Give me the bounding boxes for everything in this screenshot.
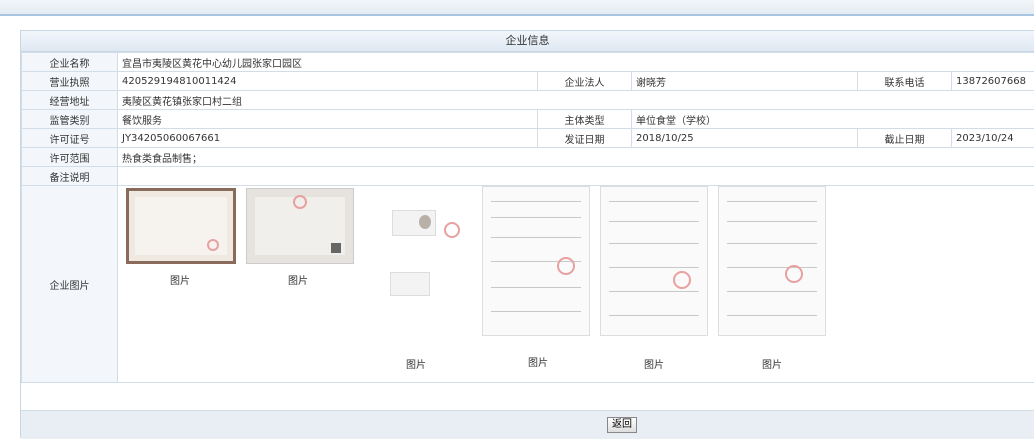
- scope-label: 许可范围: [22, 148, 118, 167]
- scope-value: 热食类食品制售；: [118, 148, 1034, 167]
- phone-label: 联系电话: [858, 72, 952, 91]
- photo-thumb-3a[interactable]: [392, 210, 436, 236]
- row-name: 企业名称 宜昌市夷陵区黄花中心幼儿园张家口园区: [22, 53, 1034, 72]
- issue-label: 发证日期: [538, 129, 632, 148]
- photo-caption-4: 图片: [528, 354, 548, 369]
- license-label: 营业执照: [22, 72, 118, 91]
- supervision-label: 监管类别: [22, 110, 118, 129]
- photo-caption-5: 图片: [644, 356, 664, 371]
- photo-thumb-6[interactable]: [718, 186, 826, 336]
- remark-label: 备注说明: [22, 167, 118, 186]
- photos-cell: 图片 图片 图片: [118, 186, 1034, 383]
- footer-bar: 返回: [21, 410, 1034, 439]
- photo-caption-3: 图片: [406, 356, 426, 371]
- rep-label: 企业法人: [538, 72, 632, 91]
- panel-title: 企业信息: [21, 30, 1034, 52]
- supervision-value: 餐饮服务: [118, 110, 538, 129]
- photo-thumb-3b[interactable]: [390, 272, 430, 296]
- name-label: 企业名称: [22, 53, 118, 72]
- row-permit: 许可证号 JY34205060067661 发证日期 2018/10/25 截止…: [22, 129, 1034, 148]
- expire-label: 截止日期: [858, 129, 952, 148]
- photo-caption-1: 图片: [170, 272, 190, 287]
- row-address: 经营地址 夷陵区黄花镇张家口村二组: [22, 91, 1034, 110]
- remark-value: [118, 167, 1034, 186]
- top-bar: [0, 0, 1034, 16]
- photos-label: 企业图片: [22, 186, 118, 383]
- photo-thumb-2[interactable]: [246, 188, 354, 264]
- row-license: 营业执照 420529194810011424 企业法人 谢晓芳 联系电话 13…: [22, 72, 1034, 91]
- back-button[interactable]: 返回: [607, 417, 637, 433]
- permit-label: 许可证号: [22, 129, 118, 148]
- photo-caption-6: 图片: [762, 356, 782, 371]
- rep-value: 谢晓芳: [632, 72, 858, 91]
- address-value: 夷陵区黄花镇张家口村二组: [118, 91, 1034, 110]
- phone-value: 13872607668: [952, 72, 1034, 91]
- address-label: 经营地址: [22, 91, 118, 110]
- expire-value: 2023/10/24: [952, 129, 1034, 148]
- photo-thumb-1[interactable]: [126, 188, 236, 264]
- photo-caption-2: 图片: [288, 272, 308, 287]
- issue-value: 2018/10/25: [632, 129, 858, 148]
- license-value: 420529194810011424: [118, 72, 538, 91]
- photo-thumb-4[interactable]: [482, 186, 590, 336]
- photo-thumb-5[interactable]: [600, 186, 708, 336]
- row-scope: 许可范围 热食类食品制售；: [22, 148, 1034, 167]
- name-value: 宜昌市夷陵区黄花中心幼儿园张家口园区: [118, 53, 1034, 72]
- permit-value: JY34205060067661: [118, 129, 538, 148]
- subject-value: 单位食堂（学校）: [632, 110, 1034, 129]
- row-remark: 备注说明: [22, 167, 1034, 186]
- enterprise-info-panel: 企业信息 企业名称 宜昌市夷陵区黄花中心幼儿园张家口园区 营业执照 420529…: [20, 30, 1034, 438]
- row-supervision: 监管类别 餐饮服务 主体类型 单位食堂（学校）: [22, 110, 1034, 129]
- row-photos: 企业图片 图片 图片: [22, 186, 1034, 383]
- subject-label: 主体类型: [538, 110, 632, 129]
- seal-mark: [444, 222, 460, 238]
- info-table: 企业名称 宜昌市夷陵区黄花中心幼儿园张家口园区 营业执照 42052919481…: [21, 52, 1034, 383]
